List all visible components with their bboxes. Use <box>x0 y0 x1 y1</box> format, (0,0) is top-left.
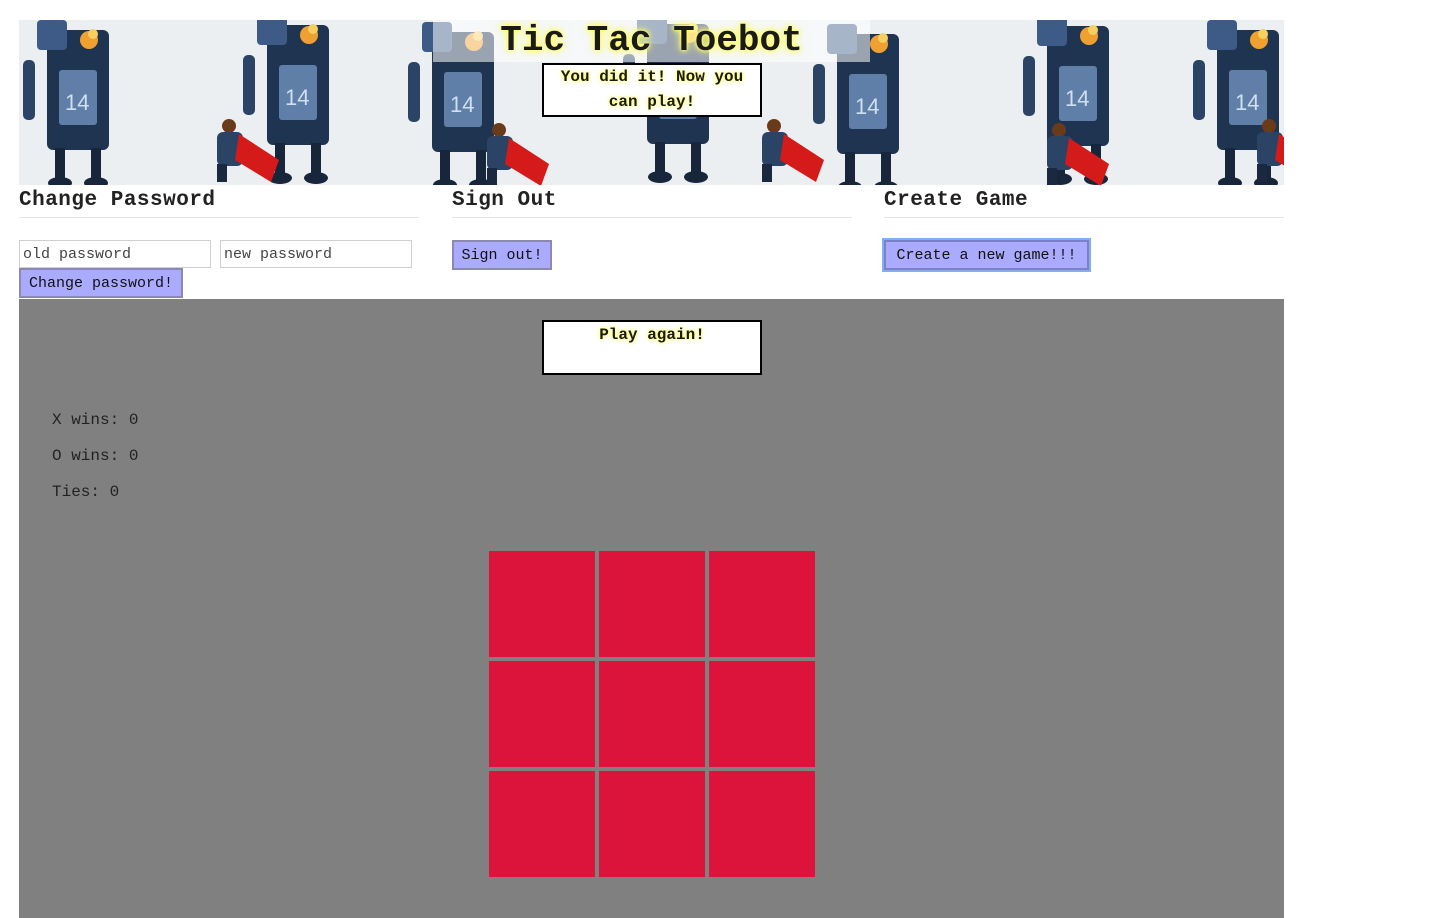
board-cell-8[interactable] <box>709 771 815 877</box>
change-password-section: Change Password Change password! <box>19 185 419 298</box>
create-game-section: Create Game Create a new game!!! <box>882 185 1284 272</box>
o-wins-count: O wins: 0 <box>52 447 139 465</box>
forms-row: Change Password Change password! Sign Ou… <box>19 185 1284 299</box>
title-box: Tic Tac Toebot <box>433 20 870 62</box>
x-wins-count: X wins: 0 <box>52 411 139 429</box>
create-game-heading: Create Game <box>884 185 1284 218</box>
new-password-input[interactable] <box>220 240 412 268</box>
page: 14 <box>19 20 1284 918</box>
board-cell-0[interactable] <box>489 551 595 657</box>
board-cell-5[interactable] <box>709 661 815 767</box>
change-password-button[interactable]: Change password! <box>19 268 183 298</box>
sign-out-section: Sign Out Sign out! <box>452 185 852 270</box>
board-cell-1[interactable] <box>599 551 705 657</box>
score-stats: X wins: 0 O wins: 0 Ties: 0 <box>52 407 138 515</box>
game-board <box>489 551 815 877</box>
game-area: Play again! X wins: 0 O wins: 0 Ties: 0 <box>19 299 1284 918</box>
sign-out-heading: Sign Out <box>452 185 852 218</box>
create-game-button[interactable]: Create a new game!!! <box>882 238 1091 272</box>
old-password-input[interactable] <box>19 240 211 268</box>
board-cell-4[interactable] <box>599 661 705 767</box>
status-message: You did it! Now you can play! <box>542 63 762 117</box>
sign-out-button[interactable]: Sign out! <box>452 240 552 270</box>
ties-count: Ties: 0 <box>52 483 120 501</box>
board-cell-6[interactable] <box>489 771 595 877</box>
header-banner: 14 <box>19 20 1284 185</box>
board-cell-2[interactable] <box>709 551 815 657</box>
change-password-heading: Change Password <box>19 185 419 218</box>
play-again-button[interactable]: Play again! <box>542 320 762 375</box>
page-title: Tic Tac Toebot <box>500 20 803 61</box>
board-cell-3[interactable] <box>489 661 595 767</box>
board-cell-7[interactable] <box>599 771 705 877</box>
